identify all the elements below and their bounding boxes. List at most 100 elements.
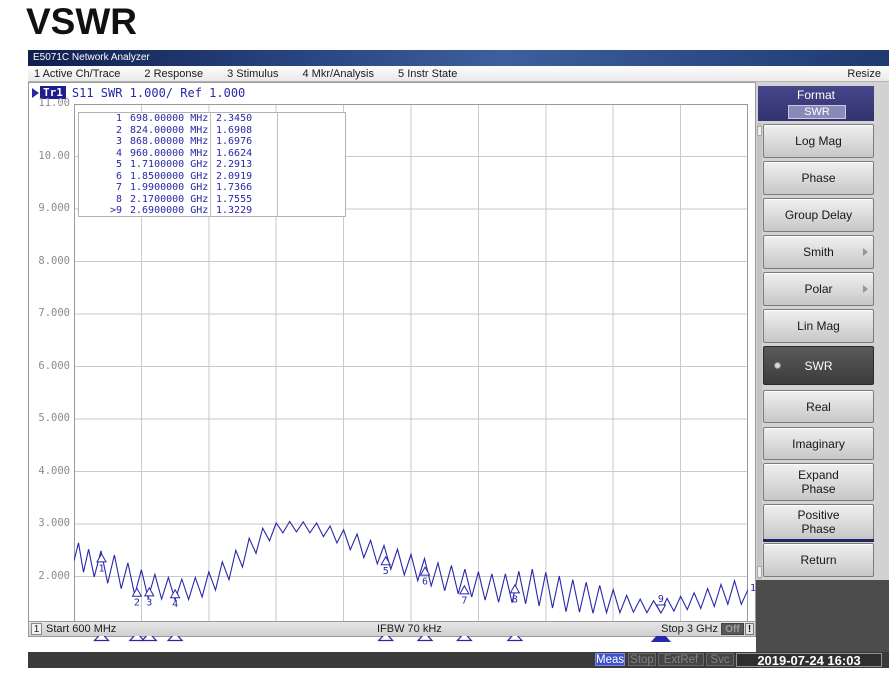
marker-number: 3 <box>79 136 122 148</box>
softkey-menu-header: Format SWR <box>758 86 874 121</box>
marker-frequency: 1.9900000 GHz <box>130 182 208 194</box>
marker-8-number: 8 <box>512 594 518 605</box>
off-indicator: Off <box>721 623 744 635</box>
marker-number: 1 <box>79 113 122 125</box>
marker-value: 1.7366 <box>211 182 278 194</box>
page-title: VSWR <box>26 1 137 43</box>
marker-table-row: 51.7100000 GHz2.2913 <box>79 159 345 171</box>
submenu-arrow-icon <box>863 285 868 293</box>
softkey-label: SWR <box>805 359 833 373</box>
marker-table-spacer <box>278 205 345 217</box>
softkey-lin-mag[interactable]: Lin Mag <box>763 309 874 343</box>
trace-format-text: S11 SWR 1.000/ Ref 1.000 <box>72 86 245 100</box>
menu-item-3[interactable]: 3 Stimulus <box>227 68 278 80</box>
marker-frequency: 2.6900000 GHz <box>130 205 208 217</box>
softkey-label: Imaginary <box>792 437 845 451</box>
softkey-real[interactable]: Real <box>763 390 874 423</box>
y-tick-label: 6.000 <box>30 360 70 374</box>
marker-number: >9 <box>79 205 122 217</box>
marker-7-number: 7 <box>461 595 467 606</box>
softkey-group-delay[interactable]: Group Delay <box>763 198 874 232</box>
softkey-label: Phase <box>801 482 835 496</box>
marker-value: 1.6624 <box>211 148 278 160</box>
marker-value: 1.6976 <box>211 136 278 148</box>
window-titlebar[interactable]: E5071C Network Analyzer <box>28 50 889 66</box>
softkey-phase[interactable]: Phase <box>763 161 874 195</box>
stimulus-bar: 1 Start 600 MHz IFBW 70 kHz Stop 3 GHz O… <box>29 621 755 636</box>
marker-number: 4 <box>79 148 122 160</box>
marker-frequency: 2.1700000 GHz <box>130 194 208 206</box>
softkey-scrollbar[interactable] <box>757 123 762 621</box>
marker-table-row: 3 868.00000 MHz1.6976 <box>79 136 345 148</box>
menu-item-4[interactable]: 4 Mkr/Analysis <box>302 68 374 80</box>
softkey-smith[interactable]: Smith <box>763 235 874 269</box>
marker-table-spacer <box>278 125 345 137</box>
scrollbar-thumb-top[interactable] <box>757 126 762 136</box>
y-tick-label: 2.000 <box>30 570 70 584</box>
softkey-return[interactable]: Return <box>763 543 874 577</box>
scrollbar-thumb-bottom[interactable] <box>757 566 762 578</box>
marker-value: 1.3229 <box>211 205 278 217</box>
y-tick-label: 9.000 <box>30 202 70 216</box>
marker-value: 2.0919 <box>211 171 278 183</box>
menu-item-2[interactable]: 2 Response <box>144 68 203 80</box>
softkey-label: Smith <box>803 245 834 259</box>
marker-6-number: 6 <box>422 577 428 588</box>
softkey-label: Positive <box>797 508 839 522</box>
status-meas: Meas <box>595 653 625 666</box>
softkey-label: Lin Mag <box>797 319 840 333</box>
marker-table-row: >9 2.6900000 GHz1.3229 <box>79 205 345 217</box>
status-datetime: 2019-07-24 16:03 <box>736 653 882 667</box>
softkey-separator <box>763 539 874 542</box>
marker-table-spacer <box>278 159 345 171</box>
plot-panel: Tr1 S11 SWR 1.000/ Ref 1.000 11.0010.009… <box>28 82 756 637</box>
channel-number-box: 1 <box>31 623 42 635</box>
marker-1-glyph-icon[interactable] <box>97 554 106 562</box>
marker-table-row: 2824.00000 MHz1.6908 <box>79 125 345 137</box>
marker-number: 6 <box>79 171 122 183</box>
alert-indicator: ! <box>745 623 754 635</box>
marker-table-spacer <box>278 182 345 194</box>
stop-frequency-label: Stop 3 GHz <box>661 623 718 635</box>
sidebar-blank-area <box>756 580 889 652</box>
softkey-label: Polar <box>804 282 832 296</box>
softkey-label: Phase <box>801 171 835 185</box>
marker-7-glyph-icon[interactable] <box>460 586 469 594</box>
selected-bullet-icon <box>774 362 781 369</box>
marker-table-spacer <box>278 136 345 148</box>
menu-item-1[interactable]: 1 Active Ch/Trace <box>34 68 120 80</box>
submenu-arrow-icon <box>863 248 868 256</box>
marker-number: 5 <box>79 159 122 171</box>
marker-2-number: 2 <box>134 598 140 609</box>
softkey-menu-value: SWR <box>788 105 846 119</box>
softkey-label: Return <box>800 553 836 567</box>
menu-item-5[interactable]: 5 Instr State <box>398 68 457 80</box>
softkey-label: Expand <box>798 468 839 482</box>
marker-frequency: 868.00000 MHz <box>130 136 208 148</box>
menu-item-resize[interactable]: Resize <box>847 68 881 80</box>
status-stop: Stop <box>628 653 656 666</box>
marker-frequency: 824.00000 MHz <box>130 125 208 137</box>
marker-number: 7 <box>79 182 122 194</box>
softkey-label: Real <box>806 400 831 414</box>
marker-number: 8 <box>79 194 122 206</box>
marker-table-row: 61.8500000 GHz2.0919 <box>79 171 345 183</box>
marker-8-glyph-icon[interactable] <box>510 585 519 593</box>
marker-table-row: 4960.00000 MHz1.6624 <box>79 148 345 160</box>
softkey-expand-phase[interactable]: ExpandPhase <box>763 463 874 501</box>
marker-table-row: 1698.00000 MHz2.3450 <box>79 113 345 125</box>
marker-table-spacer <box>278 148 345 160</box>
softkey-polar[interactable]: Polar <box>763 272 874 306</box>
softkey-imaginary[interactable]: Imaginary <box>763 427 874 460</box>
y-tick-label: 8.000 <box>30 255 70 269</box>
marker-9-glyph-icon[interactable] <box>656 605 665 613</box>
marker-value: 1.6908 <box>211 125 278 137</box>
menu-bar: 1 Active Ch/Trace 2 Response 3 Stimulus 4 M… <box>28 66 889 82</box>
marker-1-number: 1 <box>99 563 105 574</box>
y-tick-label: 4.000 <box>30 465 70 479</box>
status-svc: Svc <box>706 653 734 666</box>
softkey-swr[interactable]: SWR <box>763 346 874 385</box>
softkey-positive-phase[interactable]: PositivePhase <box>763 504 874 540</box>
softkey-log-mag[interactable]: Log Mag <box>763 124 874 158</box>
marker-4-number: 4 <box>172 599 178 610</box>
